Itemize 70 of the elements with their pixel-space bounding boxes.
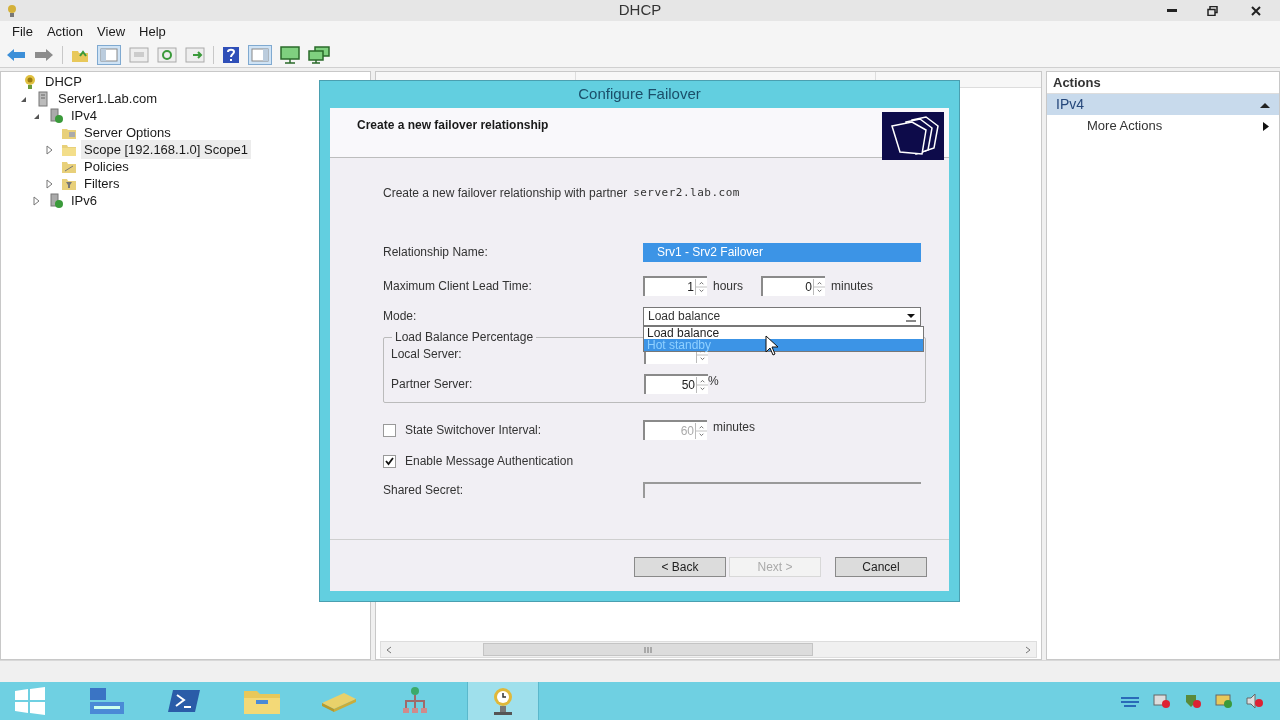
tray-shield-icon[interactable]	[1184, 693, 1202, 709]
spin-arrows-icon[interactable]	[813, 279, 825, 295]
dialog-heading: Create a new failover relationship	[357, 117, 550, 134]
dhcp-icon	[22, 73, 38, 90]
monitors-icon[interactable]	[308, 45, 330, 64]
field-label: Maximum Client Lead Time:	[383, 279, 532, 293]
restore-icon	[1206, 5, 1218, 16]
dialog-button[interactable]: Cancel	[835, 556, 927, 577]
grip-icon	[644, 646, 652, 653]
export-icon[interactable]	[185, 46, 205, 63]
unit-label: minutes	[713, 419, 756, 436]
field-label: Partner Server:	[391, 377, 473, 391]
dropdown-option[interactable]: Load balance	[644, 326, 923, 339]
action-item[interactable]: More Actions	[1047, 115, 1279, 137]
console-tree-icon[interactable]	[97, 44, 121, 65]
spin-arrows-icon[interactable]	[695, 279, 707, 295]
menu-item[interactable]: File	[6, 21, 39, 42]
minimize-icon	[1167, 9, 1177, 12]
secret-field[interactable]	[643, 482, 921, 498]
app-icon	[5, 3, 19, 18]
spin-arrows-icon[interactable]	[695, 423, 707, 439]
forward-icon[interactable]	[34, 47, 54, 62]
dialog-button[interactable]: < Back	[634, 556, 726, 577]
hours-spinner[interactable]: 1	[643, 276, 707, 296]
collapse-icon[interactable]	[1260, 101, 1270, 108]
minutes-spinner[interactable]: 0	[761, 276, 825, 296]
menu-item[interactable]: View	[91, 21, 132, 42]
menu-item[interactable]: Action	[40, 21, 90, 42]
checkbox-label[interactable]: Enable Message Authentication	[405, 452, 574, 470]
tray-flag-icon[interactable]	[1120, 694, 1140, 708]
network-icon[interactable]	[402, 686, 428, 716]
actions-section-header[interactable]: IPv4	[1047, 94, 1279, 115]
network-adapter-icon	[48, 192, 64, 209]
window-title: DHCP	[618, 0, 662, 21]
taskbar-dhcp-button[interactable]	[467, 682, 539, 720]
action-pane-icon[interactable]	[248, 44, 272, 65]
tray-network-icon[interactable]	[1153, 693, 1171, 709]
horizontal-scrollbar[interactable]	[380, 641, 1037, 658]
tray-volume-icon[interactable]	[1246, 693, 1264, 709]
submenu-arrow-icon	[1263, 121, 1269, 131]
refresh-icon[interactable]	[157, 46, 177, 63]
checkbox[interactable]	[383, 423, 396, 437]
tray-monitor-icon[interactable]	[1215, 693, 1233, 709]
help-icon[interactable]	[222, 45, 240, 64]
field-label: Local Server:	[391, 347, 462, 361]
close-icon	[1251, 5, 1261, 16]
scrollbar-thumb[interactable]	[483, 643, 813, 656]
field-label: Shared Secret:	[383, 483, 464, 497]
intro-text: Create a new failover relationship with partner	[383, 185, 628, 202]
tree-item[interactable]: Scope [192.168.1.0] Scope1	[81, 139, 252, 160]
group-title: Load Balance Percentage	[392, 330, 537, 344]
monitor-icon[interactable]	[280, 45, 300, 64]
dialog-title: Configure Failover	[577, 84, 702, 105]
network-adapter-icon	[48, 107, 64, 124]
partner-name: server2.lab.com	[633, 184, 740, 201]
field-label: Mode:	[383, 309, 417, 323]
menu-item[interactable]: Help	[133, 21, 172, 42]
field-label: Relationship Name:	[383, 245, 488, 259]
start-icon[interactable]	[13, 687, 47, 715]
checkbox[interactable]	[383, 454, 396, 468]
unit-label: hours	[713, 278, 745, 295]
section-title: IPv4	[1056, 95, 1085, 114]
back-icon[interactable]	[6, 47, 26, 62]
spin-arrows-icon[interactable]	[696, 377, 708, 393]
powershell-icon[interactable]	[167, 688, 201, 714]
unit-label: minutes	[831, 278, 874, 295]
partner-server-spinner[interactable]: 50	[644, 374, 708, 394]
checkbox-label[interactable]: State Switchover Interval:	[405, 421, 542, 439]
unit-label: %	[708, 373, 719, 390]
server-icon	[35, 90, 51, 107]
